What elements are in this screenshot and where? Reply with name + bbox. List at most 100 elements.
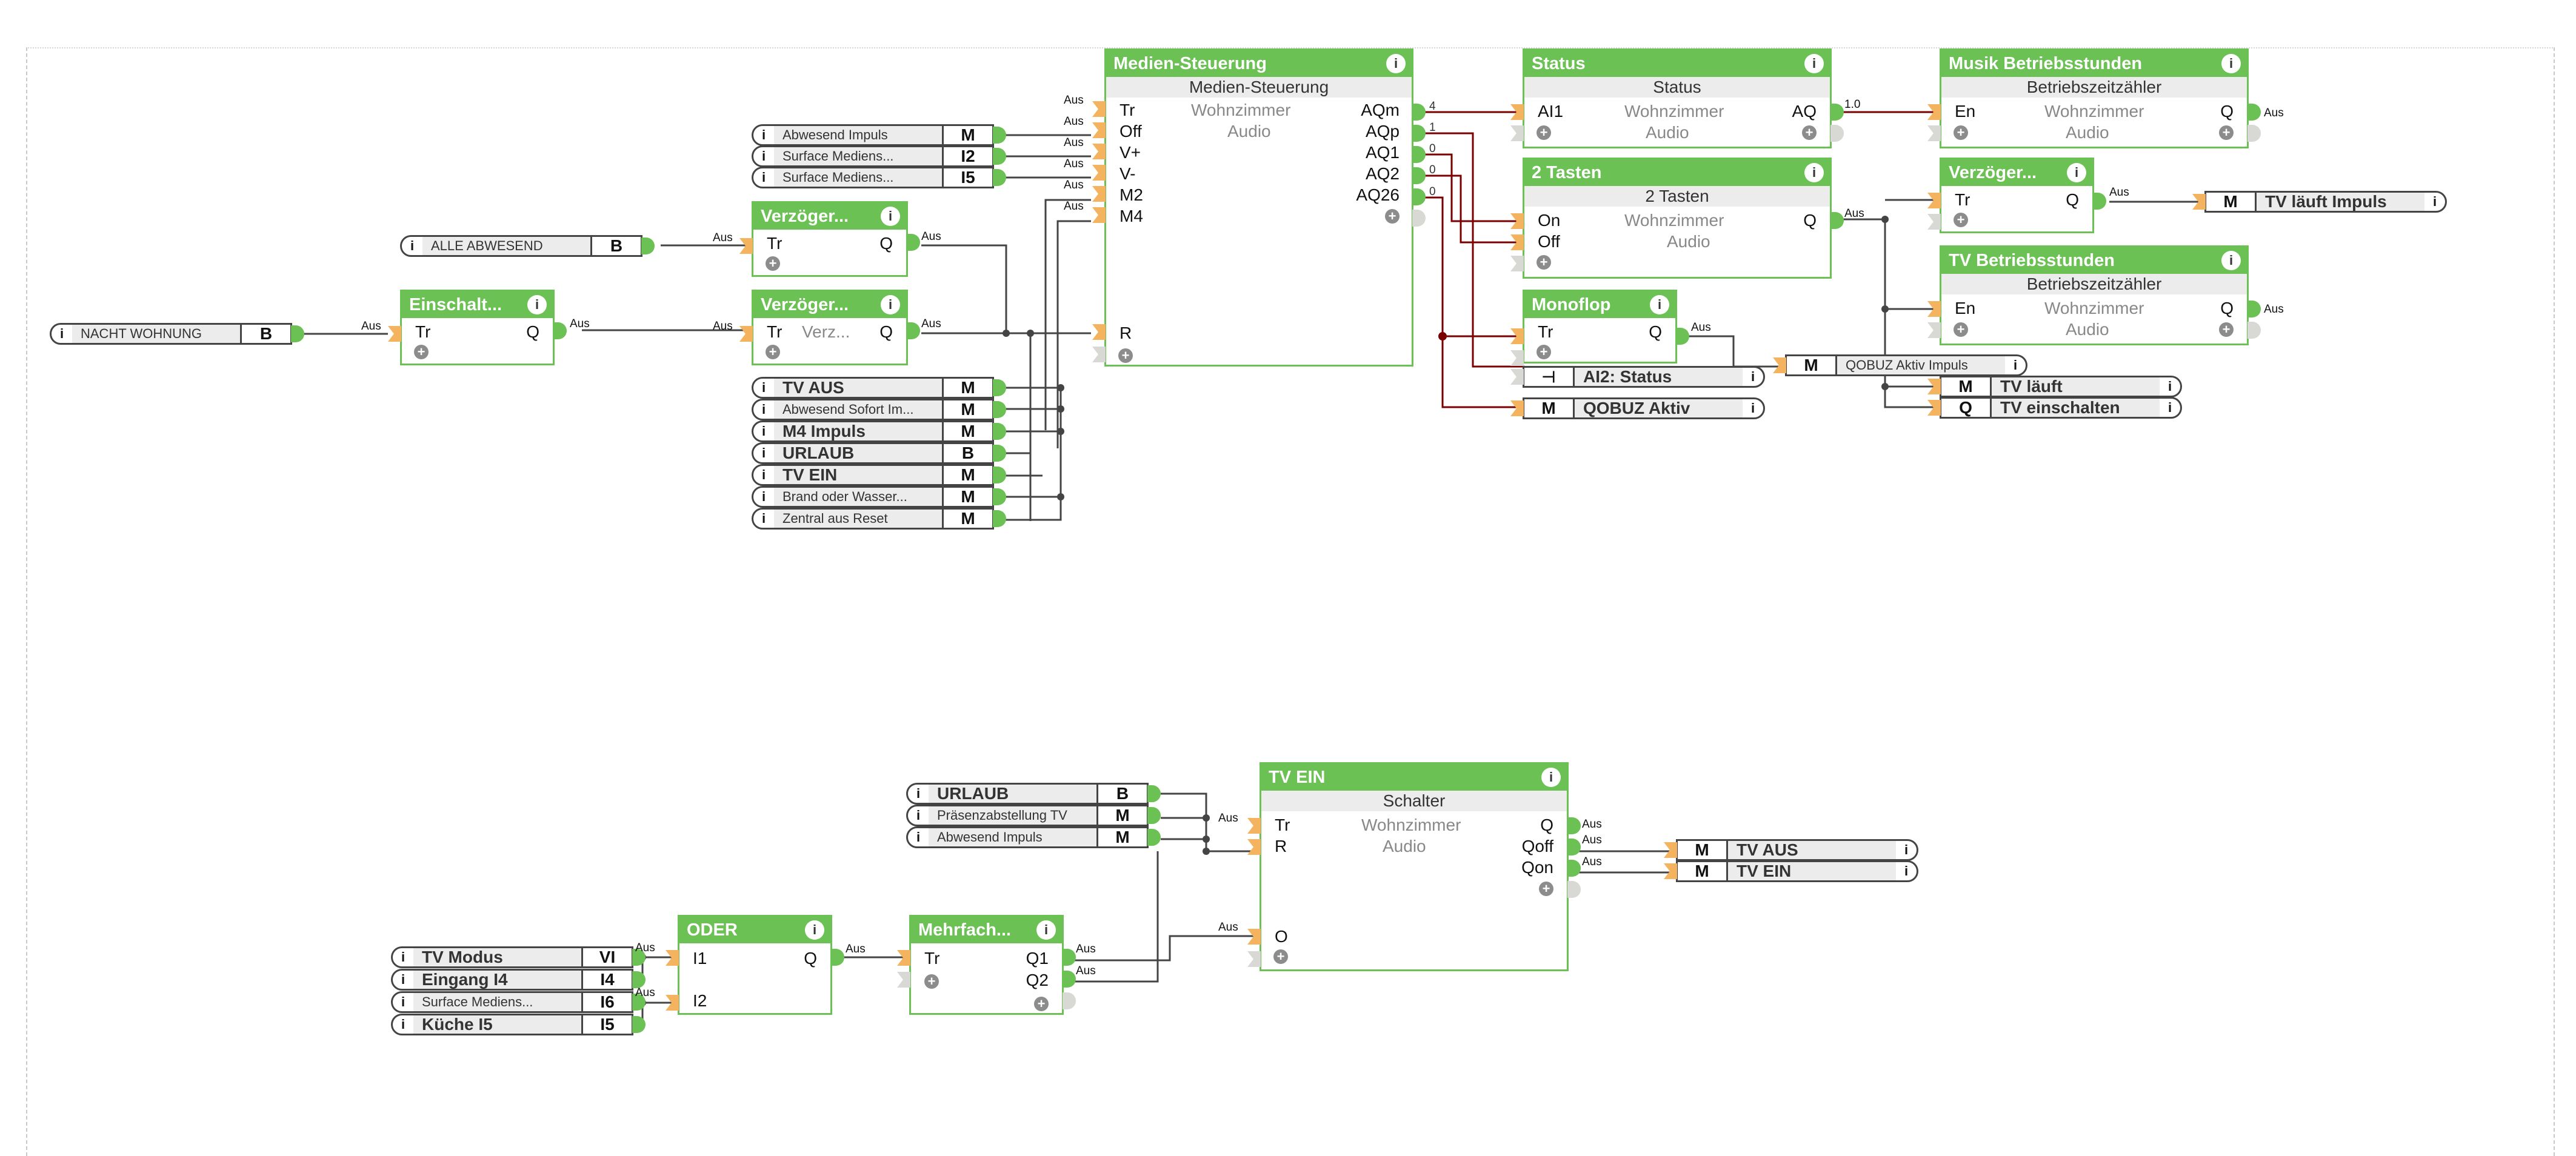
info-icon[interactable]: i [52, 326, 72, 342]
block-verzoegerung-3[interactable]: Verzöger... i Tr Q + [1940, 158, 2094, 233]
info-icon[interactable]: i [2160, 379, 2180, 394]
block-medien-steuerung[interactable]: Medien-Steuerung i Medien-Steuerung Wohnz… [1104, 48, 1413, 367]
add-input-icon[interactable]: + [924, 974, 939, 989]
output-ref-tv-ein[interactable]: M TV EIN i [1676, 860, 1918, 882]
input-ref[interactable]: i M4 Impuls M [752, 420, 994, 442]
block-2-tasten[interactable]: 2 Tasten i 2 Tasten On Off Wohnzimmer Aud… [1523, 158, 1832, 279]
block-oder[interactable]: ODER i I1 I2 Q [678, 915, 832, 1015]
info-icon[interactable]: i [393, 972, 413, 988]
input-ref-surface-i5[interactable]: i Surface Mediens... I5 [752, 167, 994, 188]
output-ref-tv-aus[interactable]: M TV AUS i [1676, 839, 1918, 861]
info-icon[interactable]: i [753, 424, 774, 439]
block-verzoegerung-1[interactable]: Verzöger... i Tr Q + [752, 201, 908, 277]
input-ref-surface-i2[interactable]: i Surface Mediens... I2 [752, 145, 994, 167]
block-status[interactable]: Status i Status AI1 Wohnzimmer Audio AQ +… [1523, 48, 1832, 148]
info-icon[interactable]: i [753, 127, 774, 143]
info-icon[interactable]: i [393, 1017, 413, 1032]
add-output-icon[interactable]: + [1034, 997, 1049, 1011]
info-icon[interactable]: i [753, 402, 774, 417]
info-icon[interactable]: i [881, 295, 900, 314]
info-icon[interactable]: i [805, 920, 824, 940]
output-ref-qobuz-impuls[interactable]: M QOBUZ Aktiv Impuls i [1785, 354, 2027, 376]
info-icon[interactable]: i [908, 808, 929, 823]
add-output-icon[interactable]: + [1802, 125, 1817, 140]
input-ref[interactable]: i TV Modus VI [391, 946, 633, 968]
input-ref[interactable]: i TV EIN M [752, 464, 994, 486]
add-output-icon[interactable]: + [2219, 125, 2234, 140]
info-icon[interactable]: i [753, 148, 774, 164]
add-input-icon[interactable]: + [1118, 348, 1133, 363]
input-ref[interactable]: i Eingang I4 I4 [391, 969, 633, 991]
add-input-icon[interactable]: + [1537, 125, 1551, 140]
block-tv-betriebsstunden[interactable]: TV Betriebsstunden i Betriebszeitzähler E… [1940, 245, 2249, 345]
output-ref-ai2-status[interactable]: ⊣ AI2: Status i [1523, 366, 1765, 388]
add-input-icon[interactable]: + [1537, 345, 1551, 359]
output-ref-tv-einschalten[interactable]: Q TV einschalten i [1940, 397, 2182, 419]
input-ref[interactable]: i Küche I5 I5 [391, 1014, 633, 1035]
info-icon[interactable]: i [2221, 251, 2241, 270]
info-icon[interactable]: i [2160, 400, 2180, 416]
info-icon[interactable]: i [753, 467, 774, 483]
info-icon[interactable]: i [2221, 54, 2241, 73]
info-icon[interactable]: i [753, 511, 774, 527]
info-icon[interactable]: i [753, 380, 774, 396]
input-ref[interactable]: i URLAUB B [906, 783, 1149, 805]
info-icon[interactable]: i [1804, 163, 1824, 182]
info-icon[interactable]: i [527, 295, 547, 314]
input-ref[interactable]: i URLAUB B [752, 442, 994, 464]
block-category: Audio [1667, 232, 1710, 251]
input-ref-nacht-wohnung[interactable]: i NACHT WOHNUNG B [50, 323, 292, 345]
block-einschalt[interactable]: Einschalt... i Tr Q + [400, 290, 555, 365]
info-icon[interactable]: i [908, 786, 929, 802]
info-icon[interactable]: i [753, 445, 774, 461]
input-ref-alle-abwesend[interactable]: i ALLE ABWESEND B [400, 235, 642, 257]
output-ref-tv-laeuft-impuls[interactable]: M TV läuft Impuls i [2204, 191, 2447, 213]
output-ref-tv-laeuft[interactable]: M TV läuft i [1940, 376, 2182, 397]
add-input-icon[interactable]: + [1537, 255, 1551, 270]
info-icon[interactable]: i [402, 238, 422, 254]
info-icon[interactable]: i [753, 489, 774, 505]
info-icon[interactable]: i [1896, 863, 1917, 879]
add-input-icon[interactable]: + [766, 345, 780, 359]
ref-name: TV AUS [1728, 841, 1896, 859]
output-ref-qobuz-aktiv[interactable]: M QOBUZ Aktiv i [1523, 397, 1765, 419]
block-musik-betriebsstunden[interactable]: Musik Betriebsstunden i Betriebszeitzähle… [1940, 48, 2249, 148]
input-ref[interactable]: i TV AUS M [752, 377, 994, 399]
input-ref[interactable]: i Brand oder Wasser... M [752, 486, 994, 508]
input-ref-abwesend-impuls[interactable]: i Abwesend Impuls M [752, 124, 994, 146]
info-icon[interactable]: i [1896, 842, 1917, 858]
info-icon[interactable]: i [1804, 54, 1824, 73]
info-icon[interactable]: i [1743, 400, 1763, 416]
info-icon[interactable]: i [393, 949, 413, 965]
add-input-icon[interactable]: + [1954, 213, 1968, 227]
info-icon[interactable]: i [2424, 194, 2445, 210]
info-icon[interactable]: i [908, 829, 929, 845]
info-icon[interactable]: i [1386, 54, 1406, 73]
block-tv-ein[interactable]: TV EIN i Schalter Tr R O Wohnzimmer Audio… [1260, 762, 1569, 971]
info-icon[interactable]: i [753, 170, 774, 185]
add-input-icon[interactable]: + [766, 256, 780, 271]
input-ref[interactable]: i Präsenzabstellung TV M [906, 805, 1149, 826]
info-icon[interactable]: i [393, 994, 413, 1010]
add-output-icon[interactable]: + [1539, 882, 1553, 896]
add-input-icon[interactable]: + [1954, 322, 1968, 337]
block-mehrfach[interactable]: Mehrfach... i Tr Q1 Q2 + + [909, 915, 1064, 1015]
input-ref[interactable]: i Surface Mediens... I6 [391, 991, 633, 1013]
input-ref[interactable]: i Abwesend Sofort Im... M [752, 399, 994, 420]
info-icon[interactable]: i [2067, 163, 2086, 182]
block-monoflop[interactable]: Monoflop i Tr Q + [1523, 290, 1677, 364]
add-input-icon[interactable]: + [414, 345, 429, 359]
add-output-icon[interactable]: + [1385, 209, 1400, 224]
info-icon[interactable]: i [1650, 295, 1669, 314]
input-ref[interactable]: i Abwesend Impuls M [906, 826, 1149, 848]
add-output-icon[interactable]: + [2219, 322, 2234, 337]
info-icon[interactable]: i [1541, 768, 1561, 787]
info-icon[interactable]: i [2005, 357, 2026, 373]
info-icon[interactable]: i [881, 207, 900, 226]
block-verzoegerung-2[interactable]: Verzöger... i Tr Verz... Q + [752, 290, 908, 365]
add-input-icon[interactable]: + [1954, 125, 1968, 140]
add-input-icon[interactable]: + [1273, 949, 1288, 964]
info-icon[interactable]: i [1036, 920, 1056, 940]
info-icon[interactable]: i [1743, 369, 1763, 385]
input-ref[interactable]: i Zentral aus Reset M [752, 508, 994, 530]
